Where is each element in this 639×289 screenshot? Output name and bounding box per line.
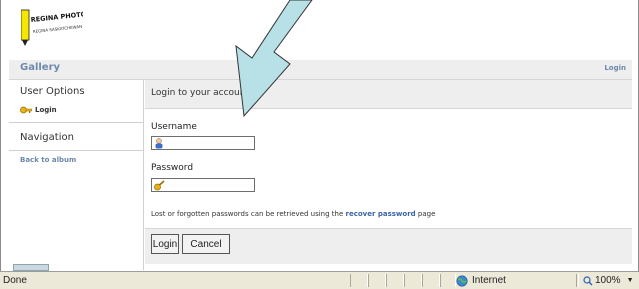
login-heading-bar: Login to your account [145, 80, 632, 109]
sidebar-login-item[interactable]: Login [20, 105, 57, 115]
browser-status-bar: Done Internet 100% ▼ [0, 271, 639, 289]
zoom-control[interactable]: 100% ▼ [583, 274, 634, 287]
cancel-button[interactable]: Cancel [182, 234, 230, 254]
chevron-down-icon: ▼ [626, 277, 634, 284]
status-slot [368, 274, 386, 287]
key-icon [20, 106, 32, 114]
zone-label: Internet [472, 275, 506, 286]
sidebar-divider [9, 122, 143, 123]
status-slot [386, 274, 404, 287]
user-options-heading: User Options [20, 86, 85, 97]
status-divider [576, 274, 579, 287]
user-icon [155, 138, 163, 149]
back-to-album-link[interactable]: Back to album [20, 156, 76, 164]
sidebar-login-label: Login [35, 106, 57, 114]
magnifier-icon [583, 275, 593, 285]
login-heading: Login to your account [151, 88, 249, 98]
globe-icon [456, 275, 468, 286]
password-label: Password [151, 163, 194, 173]
security-zone[interactable]: Internet [456, 274, 506, 287]
key-icon [154, 180, 165, 191]
browser-content: REGINA PHOTO CLUB REGINA SASKATCHEWAN Ga… [0, 0, 639, 271]
status-slot [440, 274, 456, 287]
bottom-badge [13, 264, 49, 271]
zoom-level: 100% [595, 275, 621, 286]
club-logo[interactable]: REGINA PHOTO CLUB REGINA SASKATCHEWAN [21, 6, 83, 48]
status-slot [350, 274, 368, 287]
username-field[interactable] [151, 136, 255, 150]
recover-hint: Lost or forgotten passwords can be retri… [151, 210, 435, 218]
gallery-title[interactable]: Gallery [20, 62, 60, 73]
recover-password-link[interactable]: recover password [346, 210, 416, 218]
header-login-link[interactable]: Login [604, 64, 626, 72]
login-button[interactable]: Login [151, 234, 179, 254]
form-button-bar: Login Cancel [145, 228, 632, 264]
navigation-heading: Navigation [20, 132, 74, 143]
status-slot [404, 274, 422, 287]
username-label: Username [151, 122, 197, 132]
svg-text:REGINA SASKATCHEWAN: REGINA SASKATCHEWAN [33, 24, 83, 34]
svg-text:REGINA PHOTO CLUB: REGINA PHOTO CLUB [30, 8, 83, 24]
hint-text-end: page [415, 210, 436, 218]
sidebar-divider [9, 150, 143, 151]
status-text: Done [3, 275, 27, 286]
password-field[interactable] [151, 178, 255, 192]
hint-text-start: Lost or forgotten passwords can be retri… [151, 210, 346, 218]
status-slot [422, 274, 440, 287]
sidebar: User Options Login Navigation Back to al… [9, 80, 144, 270]
gallery-header-bar: Gallery Login [9, 60, 632, 80]
